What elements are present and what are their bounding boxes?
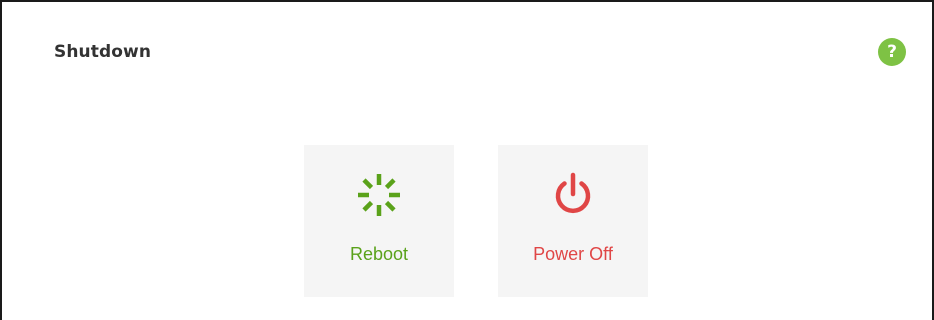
power-icon xyxy=(555,172,591,214)
reboot-spinner-icon xyxy=(358,174,400,216)
reboot-label: Reboot xyxy=(349,244,409,264)
help-icon[interactable]: ? xyxy=(878,38,906,66)
power-off-button[interactable]: Power Off xyxy=(498,145,648,297)
section-title: Shutdown xyxy=(54,42,152,62)
power-off-label: Power Off xyxy=(533,244,613,264)
shutdown-panel: Shutdown ? Reboot Power Off xyxy=(0,0,934,320)
reboot-button[interactable]: Reboot xyxy=(304,145,454,297)
